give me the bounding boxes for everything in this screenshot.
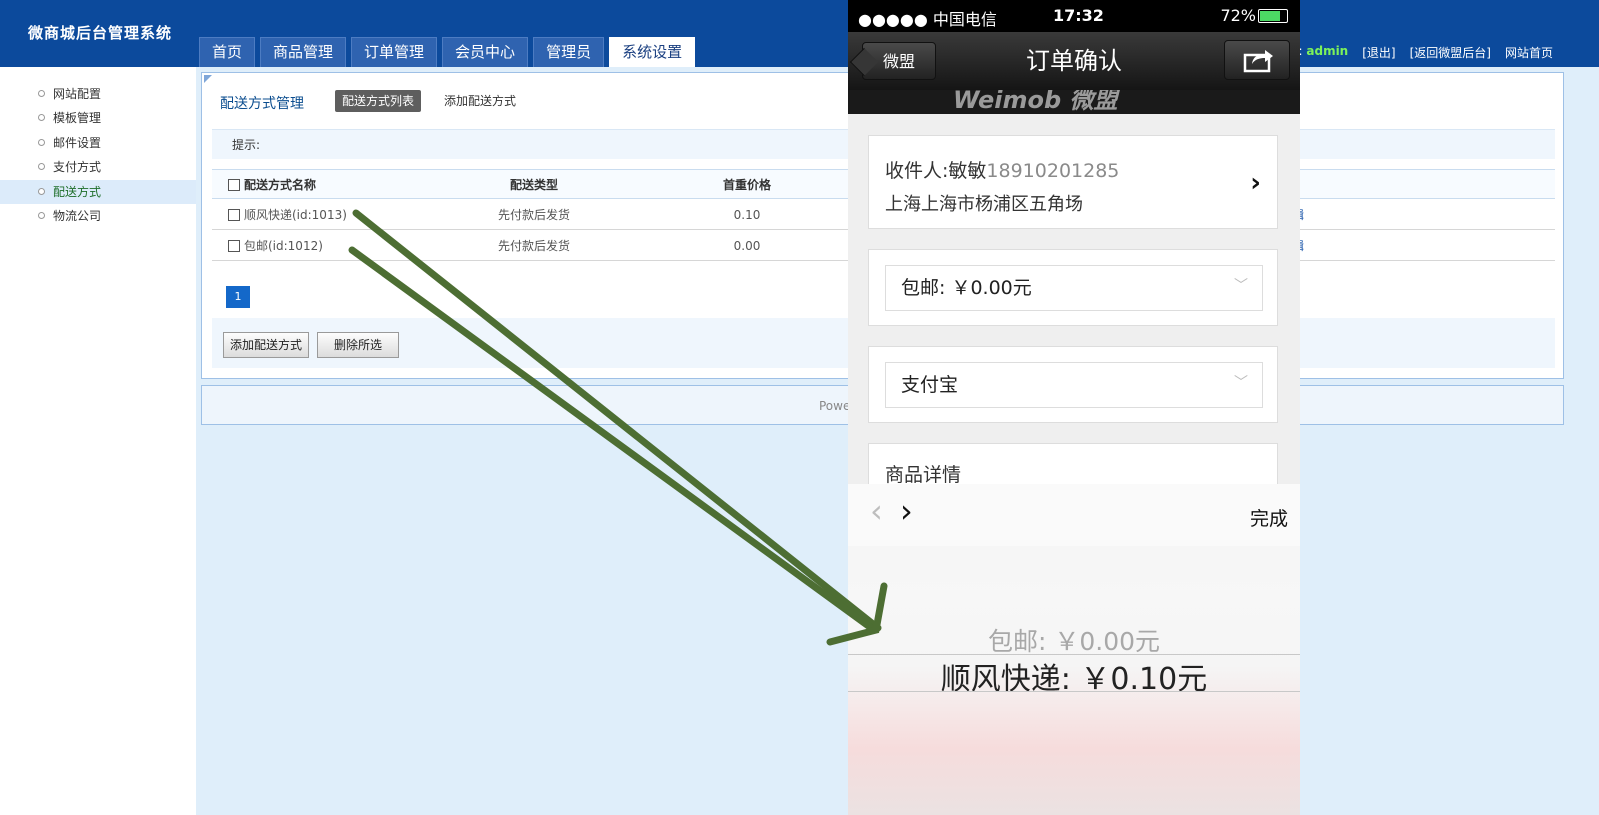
arrow-shaft-lower — [348, 246, 878, 634]
arrow-shaft-upper — [352, 209, 882, 632]
annotation-arrows — [348, 209, 888, 646]
